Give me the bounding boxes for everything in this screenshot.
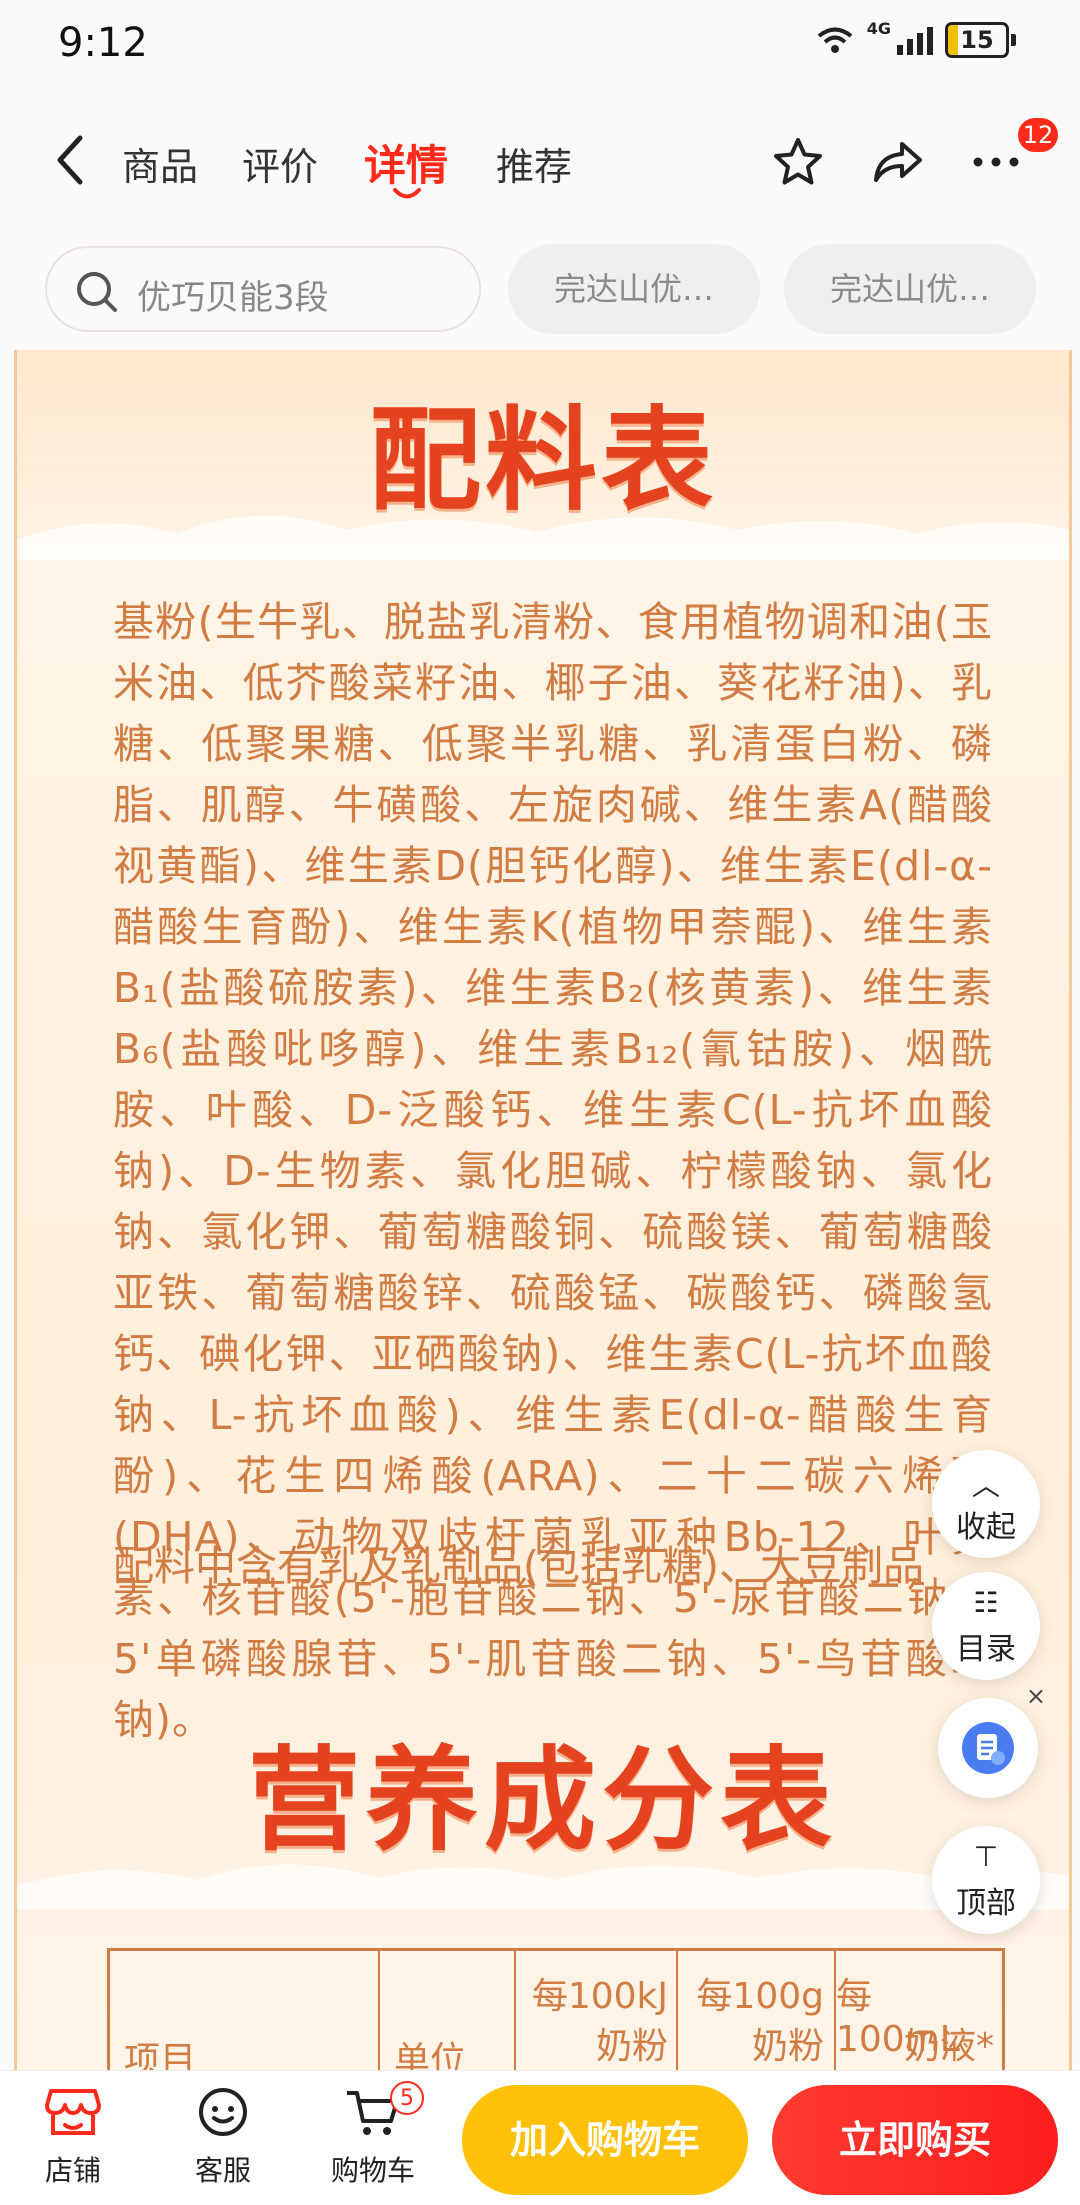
search-suggestion-chip[interactable]: 完达山优… [508,244,760,334]
chevron-up-icon: ︿ [971,1469,1000,1502]
active-tab-indicator [393,188,421,199]
battery-icon: 15 [945,22,1016,58]
cloud-decoration [17,1864,1069,1910]
doc-icon [962,1722,1014,1774]
search-placeholder: 优巧贝能3段 [137,278,329,318]
store-button[interactable]: 店铺 [18,2085,128,2189]
search-suggestion-chip[interactable]: 完达山优… [784,244,1036,334]
table-header-cell: 每100kJ 奶粉 [516,1951,678,2070]
signal-icon [897,25,933,55]
status-icons: 4G 15 [815,18,1016,58]
tab-details[interactable]: 详情 [364,132,448,193]
product-detail-content[interactable]: 配料表 基粉(生牛乳、脱盐乳清粉、食用植物调和油(玉米油、低芥酸菜籽油、椰子油、… [0,350,1080,2070]
more-icon[interactable] [968,134,1024,190]
top-nav: 商品 评价 详情 推荐 12 [0,90,1080,230]
back-icon[interactable] [48,132,94,188]
tab-product[interactable]: 商品 [122,136,198,191]
service-icon [199,2088,247,2136]
customer-service-button[interactable]: 客服 [168,2085,278,2189]
nutrition-table-header: 项目 单位 每100kJ 奶粉 每100g 奶粉 每100mL 奶液* [107,1948,1005,2070]
add-to-cart-button[interactable]: 加入购物车 [462,2085,748,2195]
search-icon [77,272,117,312]
cloud-decoration [17,515,1069,560]
wifi-icon [817,27,852,53]
table-header-cell: 每100mL 奶液* [836,1976,994,2067]
search-row: 优巧贝能3段 完达山优… 完达山优… [0,230,1080,350]
table-header-cell: 每100g 奶粉 [678,1951,836,2070]
close-icon[interactable]: × [1026,1682,1046,1710]
tab-recommend[interactable]: 推荐 [496,136,572,191]
arrow-up-icon: ⊤ [973,1840,999,1873]
search-input[interactable]: 优巧贝能3段 [45,246,481,332]
back-to-top-button[interactable]: ⊤ 顶部 [932,1826,1040,1934]
toc-button[interactable]: ☷ 目录 [932,1572,1040,1680]
store-icon [45,2089,101,2135]
nutrition-title: 营养成分表 [248,1736,838,1866]
network-type: 4G [866,18,891,38]
star-icon[interactable] [770,134,826,190]
table-header-cell: 单位 [380,1951,516,2070]
list-icon: ☷ [973,1586,999,1619]
ingredient-poster: 配料表 基粉(生牛乳、脱盐乳清粉、食用植物调和油(玉米油、低芥酸菜籽油、椰子油、… [14,350,1072,2070]
buy-now-button[interactable]: 立即购买 [772,2085,1058,2195]
status-bar: 9:12 4G 15 [0,0,1080,90]
status-time: 9:12 [58,20,148,66]
cart-count-badge: 5 [390,2081,424,2115]
doc-assistant-button[interactable]: × [938,1682,1046,1798]
collapse-button[interactable]: ︿ 收起 [932,1450,1040,1558]
allergen-text: 配料中含有乳及乳制品(包括乳糖)、大豆制品 [113,1542,924,1590]
tab-reviews[interactable]: 评价 [242,136,318,191]
share-icon[interactable] [870,134,926,190]
bottom-action-bar: 店铺 客服 购物车 5 加入购物车 立即购买 [0,2070,1080,2205]
table-header-cell: 项目 [110,1951,380,2070]
battery-level: 15 [960,26,994,54]
message-badge: 12 [1018,118,1058,152]
